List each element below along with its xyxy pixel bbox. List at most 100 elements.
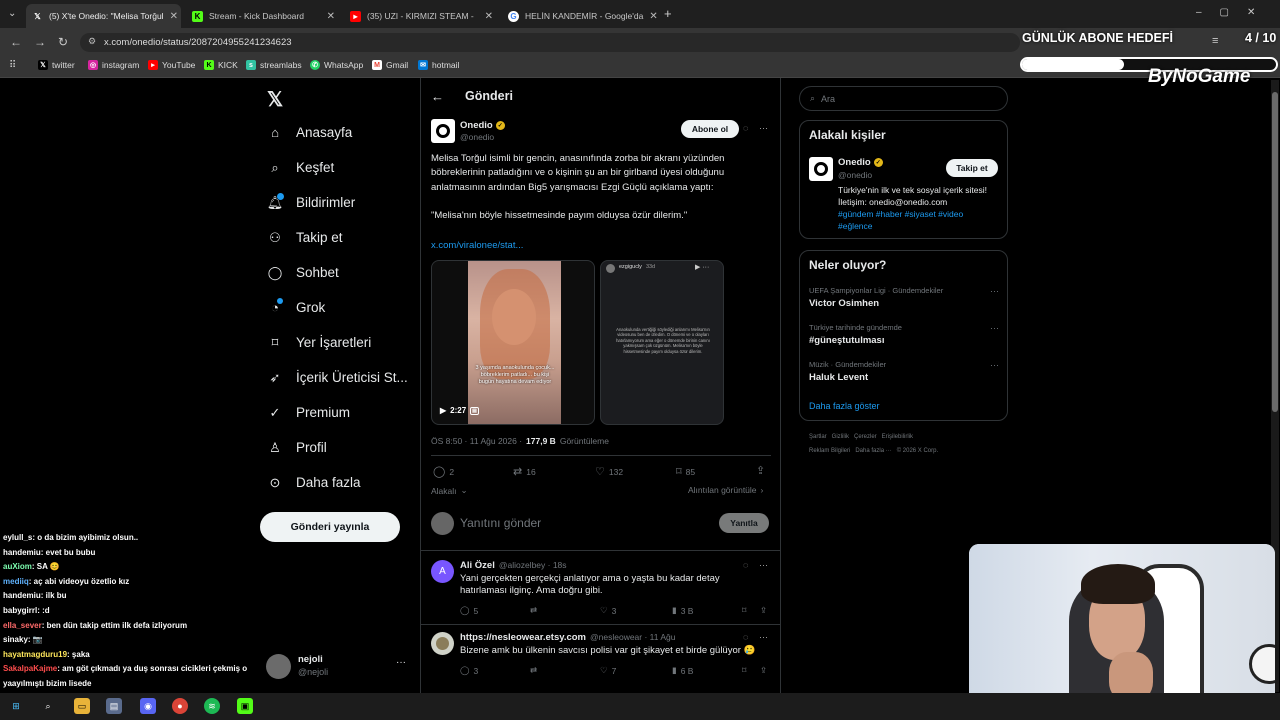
close-icon[interactable]: ✕ (485, 11, 493, 22)
reply-more-icon[interactable]: ··· (759, 632, 768, 642)
reply-share-action[interactable]: ⇪ (760, 665, 767, 676)
reply-author[interactable]: https://nesleowear.etsy.com @nesleowear … (460, 632, 676, 643)
reply-views-action[interactable]: ▮ 6 B (672, 665, 693, 676)
file-explorer-icon[interactable]: ▭ (74, 698, 90, 714)
sort-dropdown[interactable]: Alakalı ⌄ (431, 485, 468, 496)
post-button[interactable]: Gönderi yayınla (260, 512, 400, 542)
back-icon[interactable]: ← (10, 35, 22, 49)
reload-icon[interactable]: ↻ (58, 35, 68, 49)
tab-kick[interactable]: K Stream - Kick Dashboard ✕ (186, 4, 341, 28)
trend-item[interactable]: UEFA Şampiyonlar Ligi · Gündemdekiler Vi… (809, 286, 999, 309)
bookmark-instagram[interactable]: ◎ instagram (88, 60, 139, 70)
bookmark-youtube[interactable]: ▸ YouTube (148, 60, 195, 70)
share-action[interactable]: ⇪ (756, 464, 765, 477)
related-tags[interactable]: #gündem #haber #siyaset #video #eğlence (838, 208, 998, 232)
more-icon[interactable]: ··· (990, 360, 999, 370)
reply-repost-action[interactable]: ⇄ (530, 605, 537, 616)
nav-follow[interactable]: ⚇ Takip et (268, 230, 342, 246)
x-logo-icon[interactable]: 𝕏 (267, 87, 283, 112)
nav-explore[interactable]: ⌕ Keşfet (268, 160, 334, 176)
tab-search-icon[interactable]: ⌄ (8, 8, 16, 19)
nav-home[interactable]: ⌂ Anasayfa (268, 125, 352, 140)
reply-like-action[interactable]: ♡ 3 (600, 605, 616, 616)
menu-icon[interactable]: ≡ (1212, 35, 1218, 47)
bookmark-streamlabs[interactable]: s streamlabs (246, 60, 302, 70)
related-name[interactable]: Onedio ✓ (838, 157, 883, 168)
reply-input[interactable]: Yanıtını gönder (460, 516, 541, 530)
more-icon[interactable]: ··· (990, 286, 999, 296)
reply-grok-icon[interactable]: ◌ (743, 560, 748, 570)
chrome-icon[interactable]: ● (172, 698, 188, 714)
more-icon[interactable]: ··· (990, 323, 999, 333)
nav-bookmarks[interactable]: ⌑ Yer İşaretleri (268, 335, 372, 351)
subscribe-button[interactable]: Abone ol (681, 120, 739, 138)
reply-author[interactable]: Ali Özel @aliozelbey · 18s (460, 560, 567, 571)
footer-links-2[interactable]: Reklam Bilgileri Daha fazla ··· © 2026 X… (809, 448, 938, 454)
bookmark-twitter[interactable]: 𝕏twitter (38, 60, 75, 70)
reply-action[interactable]: ◯ 2 (433, 465, 454, 478)
close-icon[interactable]: ✕ (170, 11, 178, 22)
trend-item[interactable]: Müzik · Gündemdekiler Haluk Levent ··· (809, 360, 999, 383)
reply-button[interactable]: Yanıtla (719, 513, 769, 533)
bookmark-hotmail[interactable]: ✉ hotmail (418, 60, 459, 70)
forward-icon[interactable]: → (34, 35, 46, 49)
tab-google[interactable]: G HELİN KANDEMİR - Google'da ✕ (502, 4, 657, 28)
spotify-icon[interactable]: ≋ (204, 698, 220, 714)
reply-bookmark-action[interactable]: ⌑ (742, 665, 746, 676)
reply-bookmark-action[interactable]: ⌑ (742, 605, 746, 616)
close-icon[interactable]: ✕ (649, 11, 657, 22)
show-more-link[interactable]: Daha fazla göster (809, 401, 880, 411)
repost-action[interactable]: ⇄ 16 (513, 465, 536, 478)
nav-chat[interactable]: ◯ Sohbet (268, 265, 339, 281)
search-icon[interactable]: ⌕ (40, 698, 56, 714)
reply-like-action[interactable]: ♡ 7 (600, 665, 616, 676)
apps-icon[interactable]: ⠿ (9, 60, 16, 71)
reply-grok-icon[interactable]: ◌ (743, 632, 748, 642)
post-link[interactable]: x.com/viralonee/stat... (431, 240, 523, 251)
reply-repost-action[interactable]: ⇄ (530, 665, 537, 676)
follow-button[interactable]: Takip et (946, 159, 998, 177)
bookmark-kick[interactable]: K KICK (204, 60, 238, 70)
site-info-icon[interactable]: ⚙ (88, 36, 96, 47)
bookmark-gmail[interactable]: M Gmail (372, 60, 408, 70)
nav-more[interactable]: ⊙ Daha fazla (268, 475, 361, 491)
story-media[interactable]: ezgigucly 33d ▶ ··· Anaokulunda vertiğiğ… (600, 260, 724, 425)
trend-context: UEFA Şampiyonlar Ligi · Gündemdekiler (809, 286, 944, 295)
back-arrow-icon[interactable]: ← (431, 89, 444, 104)
more-icon[interactable]: ··· (759, 123, 768, 133)
video-media[interactable]: 3 yaşımda anaokulunda çocuk... böbrekler… (431, 260, 595, 425)
bookmark-action[interactable]: ⌑ 85 (676, 465, 695, 478)
scrollbar-thumb[interactable] (1272, 92, 1278, 412)
bookmark-whatsapp[interactable]: ✆ WhatsApp (310, 60, 363, 70)
tab-x[interactable]: 𝕏 (5) X'te Onedio: "Melisa Torğul ✕ (26, 4, 181, 28)
author-avatar[interactable] (431, 119, 455, 143)
related-avatar[interactable] (809, 157, 833, 181)
app-icon[interactable]: ▤ (106, 698, 122, 714)
discord-icon[interactable]: ◉ (140, 698, 156, 714)
nav-creator-studio[interactable]: ➶ İçerik Üreticisi St... (268, 370, 408, 386)
nav-premium[interactable]: ✓ Premium (268, 405, 350, 421)
view-quotes-link[interactable]: Alıntılan görüntüle › (688, 485, 763, 495)
trend-item[interactable]: Türkiye tarihinde gündemde #güneştutulma… (809, 323, 999, 346)
like-action[interactable]: ♡ 132 (595, 465, 623, 478)
account-switcher[interactable]: nejoli @nejoli ··· (266, 652, 411, 682)
reply-avatar[interactable] (431, 632, 454, 655)
grok-action-icon[interactable]: ◌ (743, 123, 748, 133)
url-field[interactable]: x.com/onedio/status/2087204955241234623 (80, 33, 1020, 52)
author-name[interactable]: Onedio ✓ (460, 120, 505, 131)
reply-views-action[interactable]: ▮ 3 B (672, 605, 693, 616)
close-icon[interactable]: ✕ (327, 11, 335, 22)
footer-links[interactable]: Şartlar Gizlilik Çerezler Erişilebilirli… (809, 434, 913, 440)
reply-share-action[interactable]: ⇪ (760, 605, 767, 616)
search-input[interactable]: ⌕ Ara (799, 86, 1008, 111)
windows-start-icon[interactable]: ⊞ (8, 698, 24, 714)
tab-youtube[interactable]: ▸ (35) UZI - KIRMIZI STEAM - ✕ (344, 4, 499, 28)
window-controls[interactable]: –▢✕ (1196, 7, 1273, 18)
reply-more-icon[interactable]: ··· (759, 560, 768, 570)
reply-avatar[interactable]: A (431, 560, 454, 583)
reply-comment-action[interactable]: ◯ 5 (460, 605, 478, 616)
reply-comment-action[interactable]: ◯ 3 (460, 665, 478, 676)
kick-app-icon[interactable]: ▣ (237, 698, 253, 714)
new-tab-button[interactable]: + (664, 6, 672, 21)
nav-profile[interactable]: ♙ Profil (268, 440, 327, 456)
